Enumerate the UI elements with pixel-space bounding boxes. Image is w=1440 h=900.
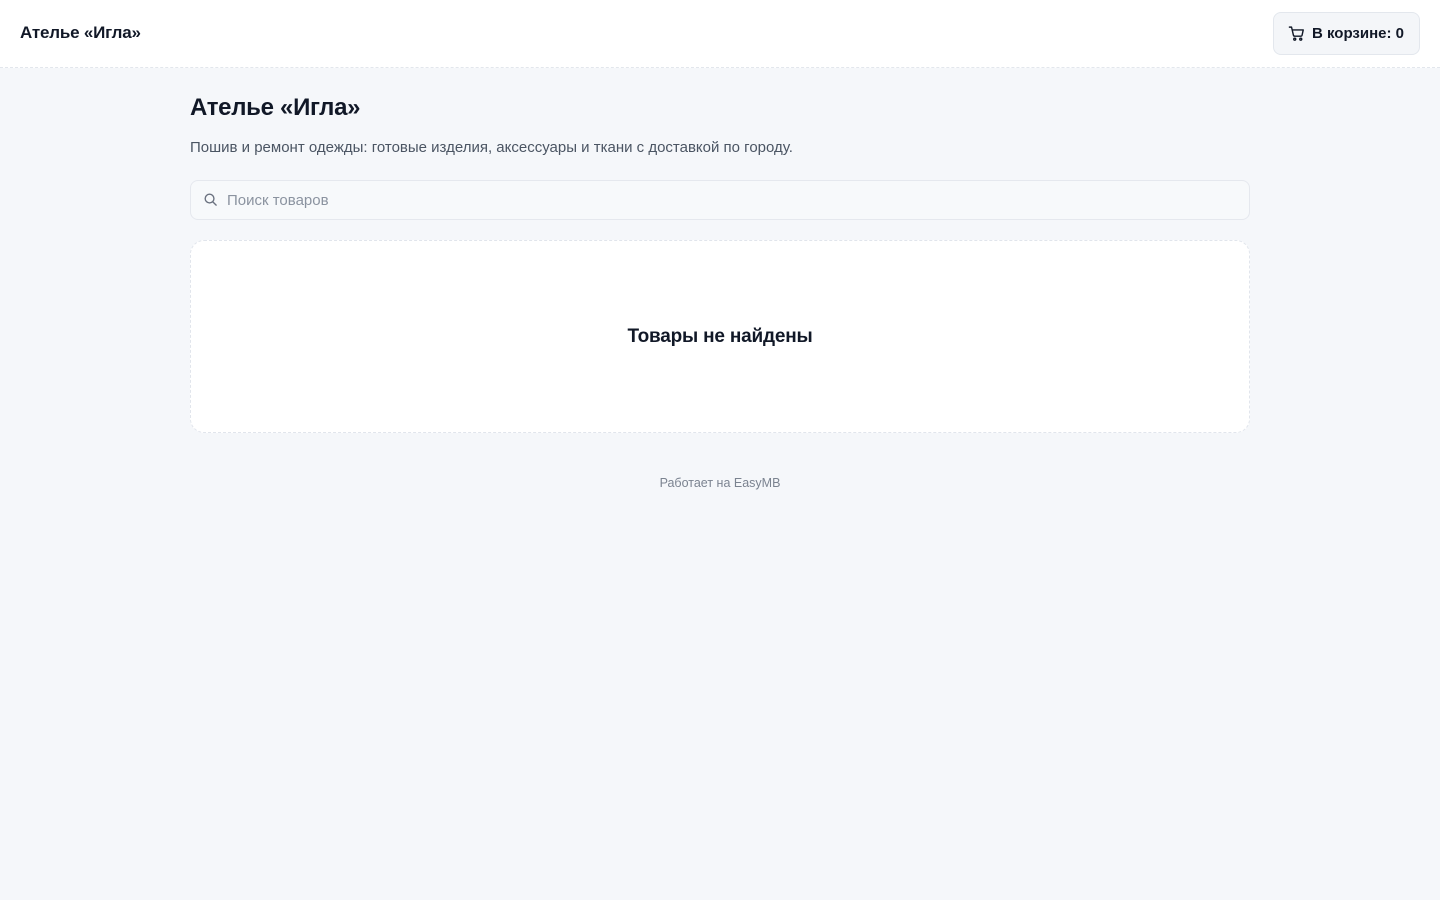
search-icon	[203, 192, 218, 207]
search-box	[190, 180, 1250, 220]
page-subtitle: Пошив и ремонт одежды: готовые изделия, …	[190, 139, 793, 156]
search-input[interactable]	[227, 181, 1237, 219]
empty-state-card: Товары не найдены	[190, 240, 1250, 433]
page-title: Ателье «Игла»	[190, 94, 361, 121]
cart-count-label: В корзине: 0	[1311, 25, 1404, 42]
powered-by-footer[interactable]: Работает на EasyMB	[190, 476, 1250, 490]
cart-button[interactable]: В корзине: 0	[1272, 12, 1420, 55]
top-bar: Ателье «Игла» В корзине: 0	[0, 0, 1440, 68]
cart-icon	[1288, 25, 1305, 42]
brand-logo-text[interactable]: Ателье «Игла»	[20, 23, 141, 43]
empty-state-message: Товары не найдены	[627, 325, 813, 347]
